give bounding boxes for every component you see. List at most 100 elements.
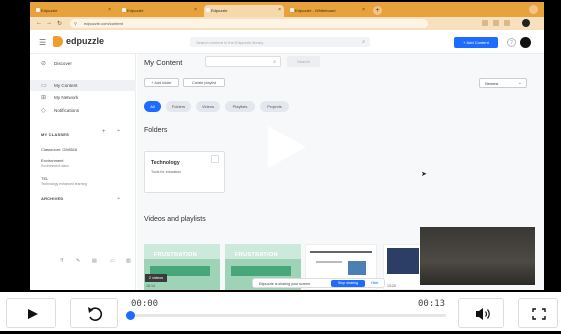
favicon-icon	[36, 8, 40, 12]
tab-label: Edpuzzle	[127, 8, 144, 13]
stop-sharing-button: Stop sharing	[331, 280, 365, 287]
grid-icon: ⠿	[60, 258, 64, 264]
thumbnail-title: FRUSTRATION	[154, 252, 197, 258]
forward-arrow-icon: →	[46, 20, 52, 26]
video-player[interactable]: Edpuzzle × Edpuzzle × Edpuzzle × Edpuzzl…	[0, 0, 561, 331]
chevron-up-icon: ⌃	[116, 130, 122, 136]
close-icon: ×	[108, 7, 111, 13]
add-content-button: + Add Content	[454, 37, 498, 48]
tab-label: Edpuzzle - Whiteboard	[295, 8, 336, 13]
search-icon: ⌕	[362, 39, 365, 45]
extension-icon	[504, 20, 510, 26]
playlist-count-badge: 2 videos	[145, 274, 168, 282]
sidebar-item-label: Notifications	[54, 108, 80, 113]
video-duration: 16:14	[146, 284, 155, 288]
thumbnail-text	[310, 251, 372, 253]
class-description: Environment class	[41, 164, 69, 168]
browser-toolbar: ← → ↻ ⚲ edpuzzle.com/content	[30, 17, 544, 30]
thumbnail-text	[316, 261, 342, 263]
browser-tab: Edpuzzle - Whiteboard ×	[288, 5, 368, 17]
sidebar-item-label: My Network	[54, 95, 79, 100]
folder-card: Technology Tools for education	[144, 151, 225, 193]
video-duration: 13:20	[387, 284, 396, 288]
browser-tab-bar: Edpuzzle × Edpuzzle × Edpuzzle × Edpuzzl…	[30, 2, 544, 17]
sidebar-item-notifications: ◇ Notifications	[30, 105, 136, 116]
network-icon: ⊞	[41, 95, 47, 101]
menu-icon: ☰	[39, 38, 47, 47]
favicon-icon	[206, 8, 210, 12]
thumbnail-graphic	[231, 266, 291, 276]
replay-icon	[88, 307, 103, 321]
create-playlist-button: Create playlist	[183, 78, 225, 87]
new-tab-icon: +	[373, 6, 382, 15]
progress-handle[interactable]	[126, 311, 135, 320]
sidebar-item-label: Discover	[54, 61, 72, 66]
archived-heading: ARCHIVED	[41, 196, 64, 201]
help-icon: ?	[507, 38, 516, 47]
fullscreen-icon	[532, 308, 546, 320]
favicon-icon	[122, 8, 126, 12]
progress-track[interactable]	[130, 314, 446, 317]
add-folder-button: + Add folder	[144, 78, 179, 87]
app-header: ☰ edpuzzle Search content in the Edpuzzl…	[30, 30, 544, 54]
current-time: 00:00	[131, 299, 159, 309]
mouse-cursor-icon: ➤	[421, 171, 427, 178]
sort-select: Newest ⌄	[479, 78, 527, 88]
address-bar: ⚲ edpuzzle.com/content	[70, 19, 428, 28]
class-description: Technology enhanced learning	[41, 182, 87, 186]
player-controls: 00:00 00:13	[0, 292, 561, 331]
chevron-down-icon: ⌄	[517, 80, 522, 86]
sidebar-item-my-network: ⊞ My Network	[30, 92, 136, 103]
close-icon: ×	[362, 7, 365, 13]
sidebar-item-my-content: ▭ My Content	[30, 80, 136, 91]
volume-button[interactable]	[458, 298, 504, 328]
folder-description: Tools for education	[151, 170, 182, 174]
filter-chip-playlists: Playlists	[225, 101, 255, 112]
sidebar: ⊘ Discover ▭ My Content ⊞ My Network ◇ N…	[30, 54, 136, 290]
filter-chip-all: All	[144, 101, 161, 112]
play-icon	[28, 309, 38, 319]
my-classes-heading: MY CLASSES	[41, 132, 69, 137]
page-title: My Content	[144, 58, 183, 67]
sidebar-item-label: My Content	[54, 83, 78, 88]
sort-value: Newest	[485, 81, 499, 86]
screen-sharing-banner: Edpuzzle is sharing your screen. Stop sh…	[252, 278, 385, 288]
folder-name: Technology	[151, 160, 180, 166]
replay-button[interactable]	[70, 298, 118, 328]
folder-menu-icon	[211, 155, 219, 163]
search-icon: ⌕	[273, 59, 276, 65]
search-placeholder: Search content in the Edpuzzle library	[196, 40, 264, 45]
bell-icon: ◇	[41, 108, 46, 114]
profile-icon	[522, 19, 530, 27]
class-name: TEL	[41, 176, 49, 181]
duration-time: 00:13	[418, 299, 446, 309]
lock-icon: ⚲	[74, 21, 77, 26]
videos-heading: Videos and playlists	[144, 216, 206, 223]
classroom-code: Classroom: GH8516	[41, 147, 78, 152]
sidebar-item-discover: ⊘ Discover	[30, 58, 136, 69]
thumbnail-image	[387, 248, 419, 274]
compass-icon: ⊘	[41, 61, 47, 67]
class-name: Environment	[41, 158, 64, 163]
play-button[interactable]	[6, 298, 56, 328]
hide-banner-link: Hide	[371, 281, 379, 285]
filter-chip-projects: Projects	[260, 101, 289, 112]
content-search-input: ⌕	[205, 56, 281, 67]
favicon-icon	[290, 8, 294, 12]
filter-chip-videos: Videos	[196, 101, 220, 112]
folders-heading: Folders	[144, 127, 168, 134]
chevron-down-icon: ⌄	[116, 195, 122, 201]
highlighter-icon: ▤	[92, 258, 97, 264]
fullscreen-button[interactable]	[518, 298, 558, 328]
close-icon: ×	[278, 7, 281, 13]
extension-icon	[493, 20, 499, 26]
thumbnail-title: FRUSTRATION	[235, 252, 278, 258]
tab-label: Edpuzzle	[211, 8, 228, 13]
big-play-icon[interactable]	[262, 124, 308, 170]
search-button: Search	[287, 56, 320, 67]
add-class-icon: +	[102, 129, 106, 135]
pen-icon: ✎	[76, 258, 81, 264]
trash-icon: ▥	[126, 258, 131, 264]
close-icon: ×	[194, 7, 197, 13]
folder-icon: ▭	[41, 83, 47, 89]
